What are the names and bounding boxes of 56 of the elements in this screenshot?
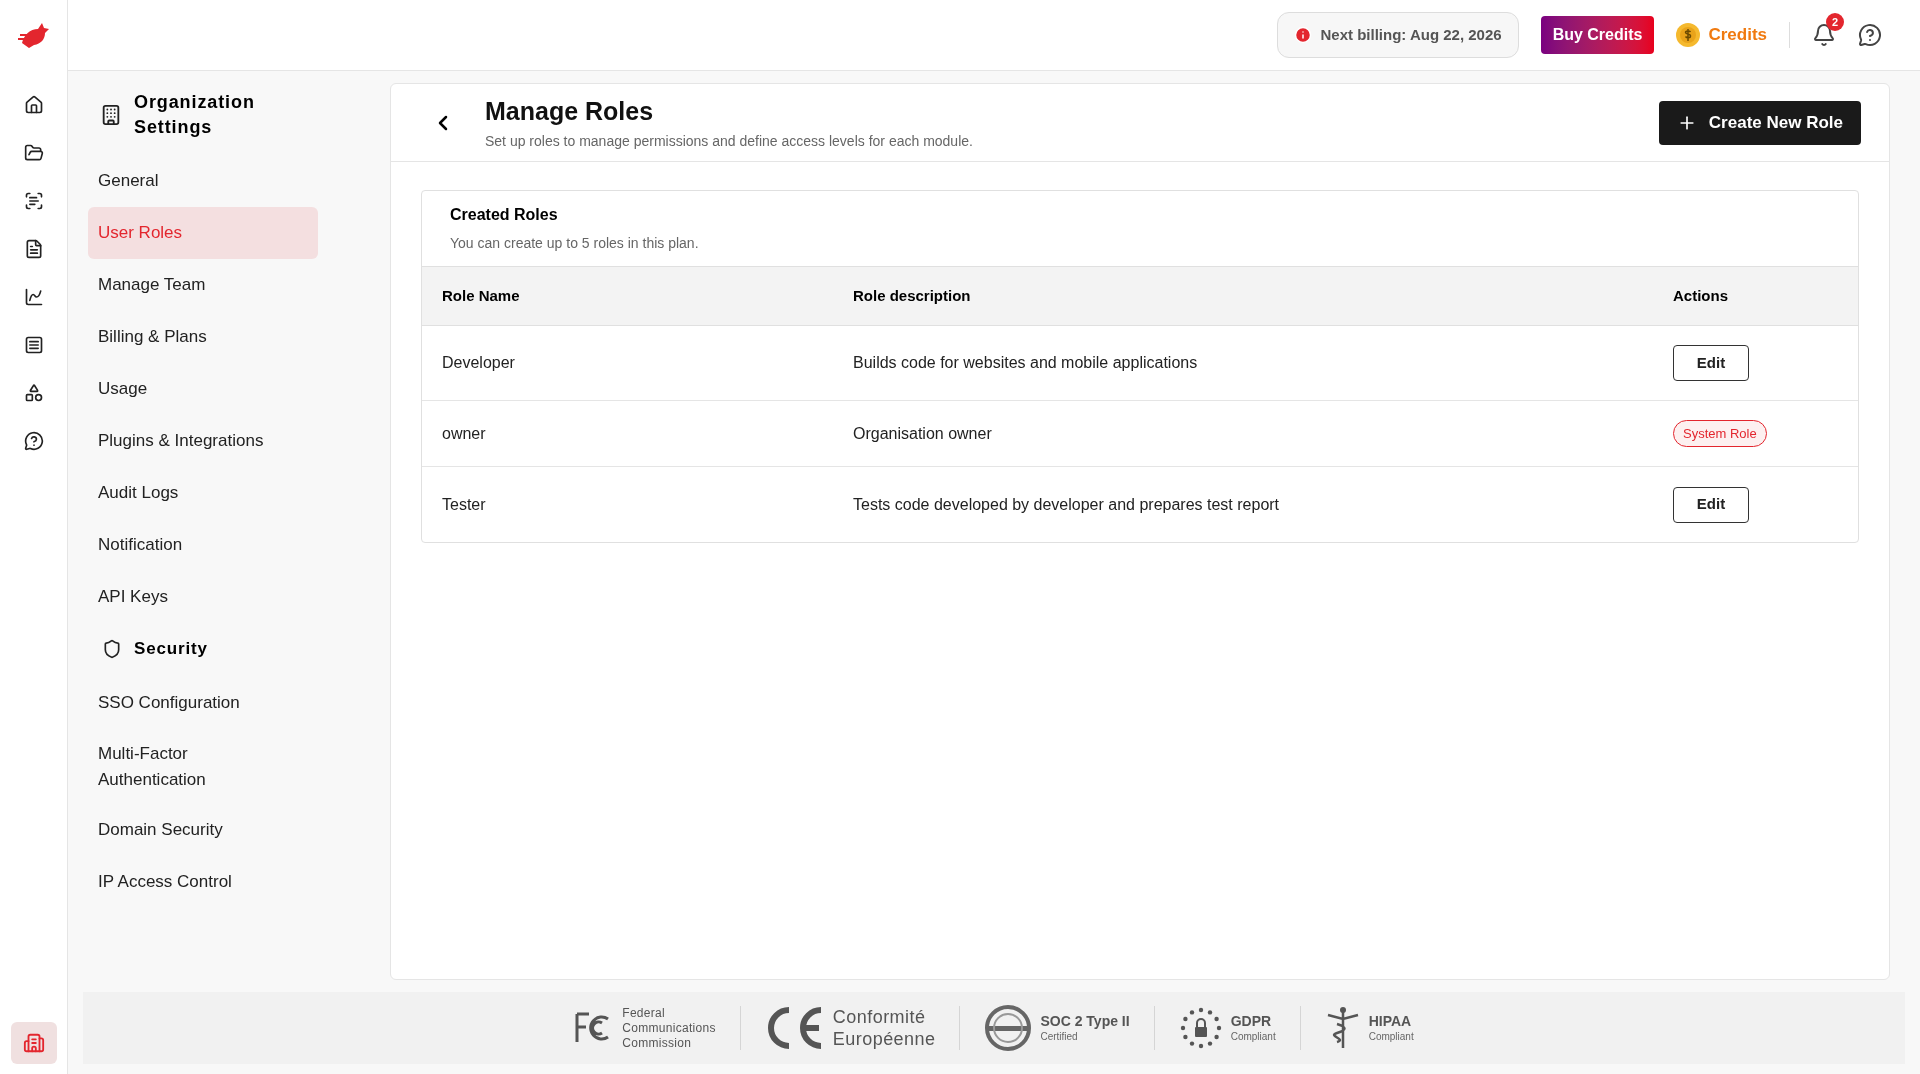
sidebar-item[interactable]: Plugins & Integrations <box>88 415 318 467</box>
card-subtitle: You can create up to 5 roles in this plan. <box>450 234 700 253</box>
shield-icon <box>102 639 122 659</box>
system-role-badge: System Role <box>1673 419 1767 448</box>
table-cell: Builds code for websites and mobile applications <box>833 326 1653 401</box>
sidebar-item[interactable]: Usage <box>88 363 318 415</box>
certification-text: Communications <box>622 1020 716 1036</box>
sidebar-item[interactable]: Domain Security <box>88 804 258 856</box>
sidebar-item[interactable]: IP Access Control <box>88 856 258 908</box>
sidebar-item[interactable]: SSO Configuration <box>88 677 258 729</box>
help-icon[interactable] <box>22 430 45 452</box>
building-icon <box>100 104 122 126</box>
certification-text: Commission <box>622 1035 693 1051</box>
table-cell-text: Tester <box>441 494 487 515</box>
table-cell: Developer <box>422 326 833 401</box>
edit-button[interactable]: Edit <box>1673 345 1749 381</box>
sidebar-item[interactable]: Billing & Plans <box>88 311 318 363</box>
certification-text: Compliant <box>1368 1030 1414 1043</box>
table-cell: Organisation owner <box>833 401 1653 467</box>
certification-text: HIPAA <box>1368 1013 1413 1031</box>
sidebar-item[interactable]: Manage Team <box>88 259 318 311</box>
stars-lock-icon <box>1178 1006 1223 1050</box>
info-icon <box>1294 26 1313 44</box>
seal-icon <box>984 1004 1033 1052</box>
card-title: Created Roles <box>450 205 559 225</box>
sidebar-item[interactable]: API Keys <box>88 571 318 623</box>
buy-credits-button[interactable]: Buy Credits <box>1540 16 1655 54</box>
billing-text: Next billing: Aug 22, 2026 <box>1320 24 1502 45</box>
organization-icon[interactable] <box>10 1022 57 1064</box>
bull-logo-icon[interactable] <box>17 21 50 49</box>
certification-text: GDPR <box>1230 1013 1273 1031</box>
column-header: Role Name <box>422 266 833 326</box>
sidebar-item[interactable]: Multi-Factor Authentication <box>88 729 258 804</box>
sidebar-item[interactable]: General <box>88 155 318 207</box>
notification-count: 2 <box>1826 13 1844 31</box>
certification-text: Federal <box>622 1005 667 1021</box>
certification-text: Européenne <box>832 1028 936 1051</box>
column-header: Actions <box>1653 266 1858 326</box>
table-cell: owner <box>422 401 833 467</box>
page-title: Manage Roles <box>485 96 655 128</box>
certification-text: Compliant <box>1230 1030 1276 1043</box>
sidebar-item[interactable]: Audit Logs <box>88 467 318 519</box>
edit-button[interactable]: Edit <box>1673 486 1749 523</box>
coin-icon <box>1676 23 1701 47</box>
page-subtitle: Set up roles to manage permissions and define access levels for each module. <box>485 131 974 151</box>
certification-text: Conformité <box>832 1005 927 1028</box>
section-title: Security <box>134 638 208 661</box>
sidebar-item[interactable]: User Roles <box>88 207 318 259</box>
certification-text: Certified <box>1040 1030 1079 1043</box>
certification-text: SOC 2 Type II <box>1040 1013 1130 1031</box>
column-header: Role description <box>833 266 1653 326</box>
create-role-button[interactable]: Create New Role <box>1658 100 1861 145</box>
help-icon[interactable] <box>1858 23 1882 47</box>
sidebar-item[interactable]: Notification <box>88 519 318 571</box>
table-cell-text: Tests code developed by developer and prepares test report <box>852 494 1281 515</box>
sidebar-title: Organization Settings <box>134 91 256 139</box>
